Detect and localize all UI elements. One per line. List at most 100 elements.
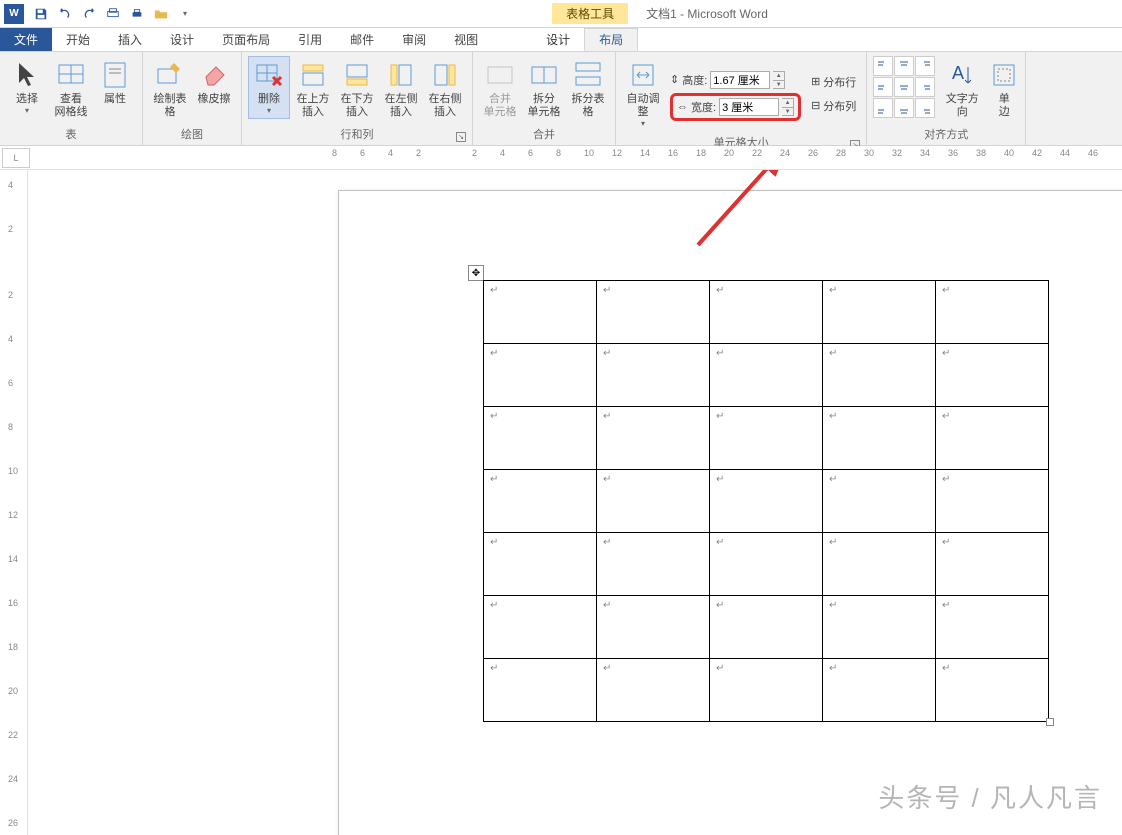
- table-cell[interactable]: ↵: [710, 470, 823, 533]
- table-cell[interactable]: ↵: [823, 344, 936, 407]
- align-tc[interactable]: [894, 56, 914, 76]
- align-mr[interactable]: [915, 77, 935, 97]
- align-br[interactable]: [915, 98, 935, 118]
- table-cell[interactable]: ↵: [597, 344, 710, 407]
- table-cell[interactable]: ↵: [484, 344, 597, 407]
- view-gridlines-button[interactable]: 查看 网格线: [50, 56, 92, 122]
- document-table[interactable]: ↵↵↵↵↵↵↵↵↵↵↵↵↵↵↵↵↵↵↵↵↵↵↵↵↵↵↵↵↵↵↵↵↵↵↵: [483, 280, 1049, 722]
- align-tr[interactable]: [915, 56, 935, 76]
- eraser-button[interactable]: 橡皮擦: [193, 56, 235, 109]
- width-input[interactable]: [719, 98, 779, 116]
- open-folder-icon[interactable]: [152, 5, 170, 23]
- table-cell[interactable]: ↵: [936, 470, 1049, 533]
- tab-view[interactable]: 视图: [440, 28, 492, 51]
- tab-table-layout[interactable]: 布局: [584, 28, 638, 51]
- tab-page-layout[interactable]: 页面布局: [208, 28, 284, 51]
- table-resize-handle[interactable]: [1046, 718, 1054, 726]
- align-mc[interactable]: [894, 77, 914, 97]
- undo-icon[interactable]: [56, 5, 74, 23]
- text-direction-icon: A: [946, 59, 978, 91]
- vertical-ruler[interactable]: 422468101214161820222426: [0, 170, 28, 835]
- table-cell[interactable]: ↵: [936, 281, 1049, 344]
- title-bar: W ▾ 表格工具 文档1 - Microsoft Word: [0, 0, 1122, 28]
- ruler-corner[interactable]: L: [2, 148, 30, 168]
- width-spinner[interactable]: ▲▼: [782, 98, 794, 116]
- tab-table-design[interactable]: 设计: [532, 28, 584, 51]
- table-cell[interactable]: ↵: [597, 596, 710, 659]
- table-cell[interactable]: ↵: [710, 533, 823, 596]
- launcher-icon[interactable]: ↘: [456, 132, 466, 142]
- page-region[interactable]: ✥ ↵↵↵↵↵↵↵↵↵↵↵↵↵↵↵↵↵↵↵↵↵↵↵↵↵↵↵↵↵↵↵↵↵↵↵ 头条…: [28, 170, 1122, 835]
- tab-home[interactable]: 开始: [52, 28, 104, 51]
- table-cell[interactable]: ↵: [484, 470, 597, 533]
- insert-below-button[interactable]: 在下方插入: [336, 56, 378, 122]
- table-cell[interactable]: ↵: [484, 533, 597, 596]
- table-cell[interactable]: ↵: [710, 281, 823, 344]
- table-cell[interactable]: ↵: [936, 533, 1049, 596]
- height-input[interactable]: [710, 71, 770, 89]
- save-icon[interactable]: [32, 5, 50, 23]
- table-cell[interactable]: ↵: [936, 596, 1049, 659]
- tab-file[interactable]: 文件: [0, 28, 52, 51]
- table-cell[interactable]: ↵: [936, 407, 1049, 470]
- text-direction-button[interactable]: A 文字方向: [941, 56, 983, 122]
- split-cells-button[interactable]: 拆分 单元格: [523, 56, 565, 122]
- distribute-cols-button[interactable]: ⊟分布列: [811, 98, 856, 114]
- table-cell[interactable]: ↵: [823, 596, 936, 659]
- height-spinner[interactable]: ▲▼: [773, 71, 785, 89]
- split-table-button[interactable]: 拆分表格: [567, 56, 609, 122]
- draw-table-button[interactable]: 绘制表格: [149, 56, 191, 122]
- tab-insert[interactable]: 插入: [104, 28, 156, 51]
- table-cell[interactable]: ↵: [823, 659, 936, 722]
- document-title: 文档1 - Microsoft Word: [636, 5, 768, 22]
- split-table-icon: [572, 59, 604, 91]
- autofit-button[interactable]: 自动调整▾: [622, 56, 664, 132]
- cell-margins-button[interactable]: 单 边: [989, 56, 1019, 122]
- table-cell[interactable]: ↵: [484, 659, 597, 722]
- insert-left-button[interactable]: 在左侧插入: [380, 56, 422, 122]
- word-app-icon: W: [4, 4, 24, 24]
- table-cell[interactable]: ↵: [484, 596, 597, 659]
- horizontal-ruler[interactable]: 8642246810121416182022242628303234363840…: [32, 146, 1122, 169]
- table-cell[interactable]: ↵: [484, 281, 597, 344]
- group-rows-cols: 删除▾ 在上方插入 在下方插入 在左侧插入 在右侧插入 行和列↘: [242, 52, 473, 145]
- table-cell[interactable]: ↵: [710, 407, 823, 470]
- tab-references[interactable]: 引用: [284, 28, 336, 51]
- print-preview-icon[interactable]: [104, 5, 122, 23]
- table-cell[interactable]: ↵: [936, 344, 1049, 407]
- align-ml[interactable]: [873, 77, 893, 97]
- table-cell[interactable]: ↵: [710, 344, 823, 407]
- table-cell[interactable]: ↵: [823, 281, 936, 344]
- delete-button[interactable]: 删除▾: [248, 56, 290, 119]
- distribute-rows-button[interactable]: ⊞分布行: [811, 74, 856, 90]
- tab-mailings[interactable]: 邮件: [336, 28, 388, 51]
- insert-above-button[interactable]: 在上方插入: [292, 56, 334, 122]
- select-button[interactable]: 选择▾: [6, 56, 48, 119]
- table-cell[interactable]: ↵: [597, 407, 710, 470]
- table-cell[interactable]: ↵: [597, 659, 710, 722]
- table-cell[interactable]: ↵: [484, 407, 597, 470]
- table-cell[interactable]: ↵: [710, 659, 823, 722]
- quick-print-icon[interactable]: [128, 5, 146, 23]
- qat-customize-icon[interactable]: ▾: [176, 5, 194, 23]
- group-draw-label: 绘图: [149, 124, 235, 145]
- align-bl[interactable]: [873, 98, 893, 118]
- merge-cells-button[interactable]: 合并 单元格: [479, 56, 521, 122]
- align-tl[interactable]: [873, 56, 893, 76]
- table-cell[interactable]: ↵: [597, 533, 710, 596]
- table-cell[interactable]: ↵: [823, 407, 936, 470]
- table-cell[interactable]: ↵: [710, 596, 823, 659]
- table-cell[interactable]: ↵: [936, 659, 1049, 722]
- tab-review[interactable]: 审阅: [388, 28, 440, 51]
- properties-button[interactable]: 属性: [94, 56, 136, 109]
- table-cell[interactable]: ↵: [597, 281, 710, 344]
- redo-icon[interactable]: [80, 5, 98, 23]
- tab-design[interactable]: 设计: [156, 28, 208, 51]
- table-cell[interactable]: ↵: [597, 470, 710, 533]
- table-move-handle[interactable]: ✥: [468, 265, 484, 281]
- align-bc[interactable]: [894, 98, 914, 118]
- table-cell[interactable]: ↵: [823, 470, 936, 533]
- insert-right-button[interactable]: 在右侧插入: [424, 56, 466, 122]
- table-cell[interactable]: ↵: [823, 533, 936, 596]
- pencil-table-icon: [154, 59, 186, 91]
